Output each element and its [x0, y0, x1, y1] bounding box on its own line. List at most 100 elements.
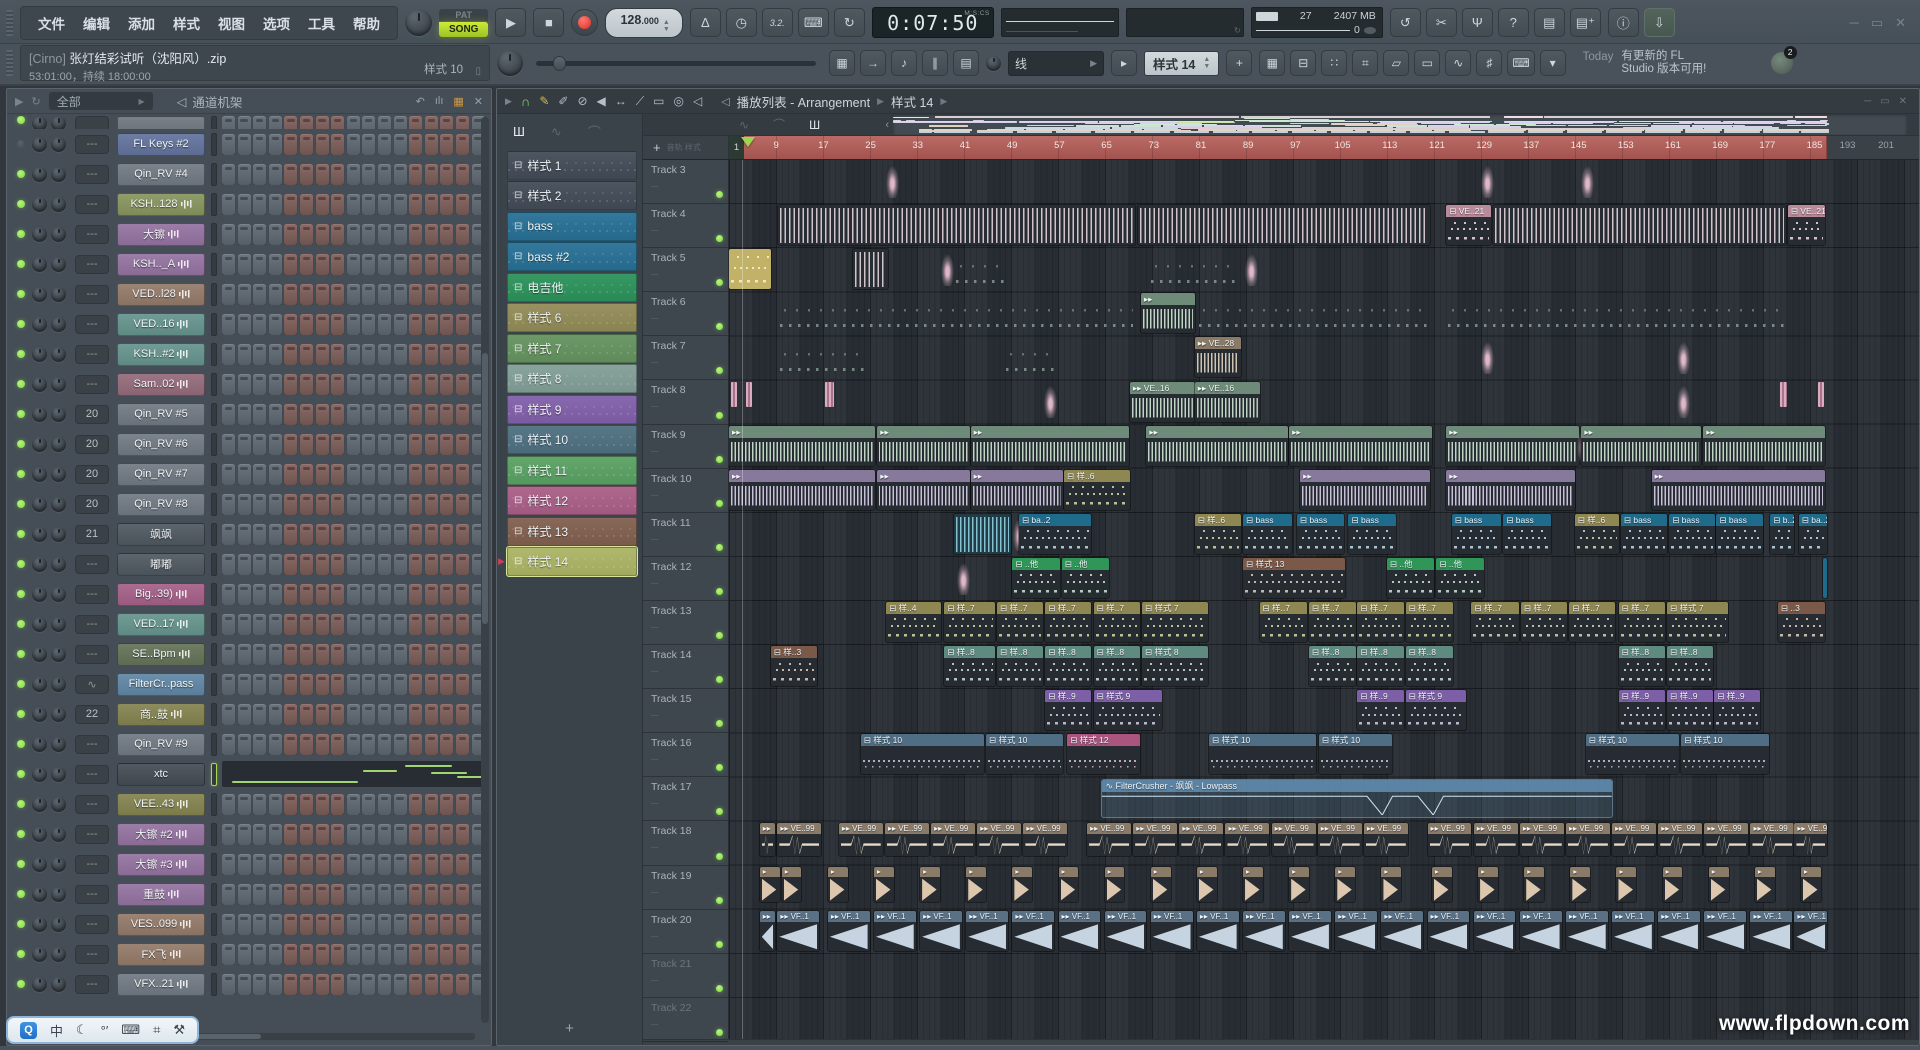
- playlist-clip[interactable]: ⊟ 样..8: [1619, 646, 1665, 686]
- channel-pan-knob[interactable]: [32, 827, 47, 842]
- playlist-clip[interactable]: ⊟ 样..8: [1667, 646, 1713, 686]
- step-cell[interactable]: [238, 314, 251, 335]
- step-cell[interactable]: [300, 704, 313, 725]
- step-cell[interactable]: [362, 374, 375, 395]
- remote-control-button[interactable]: ♯: [1476, 50, 1502, 76]
- track-lanes[interactable]: ⊟ VE..21⊟ VE..21▸▸ ▸▸ VE..28▸▸ VE..16▸▸ …: [729, 160, 1919, 1039]
- step-cell[interactable]: [425, 944, 438, 965]
- playlist-clip[interactable]: ▸▸ VE..99: [1272, 823, 1316, 856]
- step-cell[interactable]: [253, 704, 266, 725]
- track-lane[interactable]: [729, 998, 1827, 1039]
- step-cell[interactable]: [284, 344, 297, 365]
- microphone-button[interactable]: Ψ: [1462, 8, 1493, 37]
- channel-select-indicator[interactable]: [211, 853, 217, 876]
- step-cell[interactable]: [347, 464, 360, 485]
- pattern-prev-button[interactable]: ▸: [1111, 50, 1137, 76]
- channel-target-display[interactable]: ---: [75, 555, 109, 574]
- playlist-menu-icon[interactable]: ▶: [505, 96, 512, 107]
- step-cell[interactable]: [331, 524, 344, 545]
- step-cell[interactable]: [409, 914, 422, 935]
- channel-target-display[interactable]: ∿: [75, 675, 109, 694]
- playlist-clip[interactable]: ▸▸ VE..99: [1133, 823, 1177, 856]
- channel-mute-led[interactable]: [17, 500, 25, 508]
- channel-button[interactable]: VED..17: [117, 613, 205, 636]
- channel-volume-knob[interactable]: [51, 767, 66, 782]
- playlist-clip[interactable]: ∿ FilterCrusher - 飒飒 - Lowpass: [1102, 780, 1612, 817]
- channel-mute-led[interactable]: [17, 170, 25, 178]
- channel-target-display[interactable]: ---: [75, 285, 109, 304]
- playlist-clip[interactable]: ▸▸: [1581, 426, 1701, 466]
- step-cell[interactable]: [284, 194, 297, 215]
- channel-volume-knob[interactable]: [51, 527, 66, 542]
- step-cell[interactable]: [362, 134, 375, 155]
- playlist-clip[interactable]: ⊟ ..3: [1778, 602, 1825, 642]
- step-cell[interactable]: [440, 944, 453, 965]
- channel-target-display[interactable]: 20: [75, 405, 109, 424]
- channel-select-indicator[interactable]: [211, 403, 217, 426]
- playlist-clip[interactable]: ▸▸ VE..99: [1364, 823, 1408, 856]
- step-cell[interactable]: [394, 164, 407, 185]
- step-cell[interactable]: [331, 314, 344, 335]
- playlist-clip[interactable]: ▸▸ VE..99: [1566, 823, 1610, 856]
- step-cell[interactable]: [253, 524, 266, 545]
- track-lane[interactable]: ▸▸ VE..16▸▸ VE..16: [729, 381, 1827, 425]
- playlist-clip[interactable]: ⊟ 样式 10: [1319, 734, 1393, 774]
- step-cell[interactable]: [362, 164, 375, 185]
- playlist-clip[interactable]: ▸: [1755, 867, 1775, 902]
- wait-for-input-button[interactable]: ◷: [726, 8, 757, 37]
- step-cell[interactable]: [378, 224, 391, 245]
- playlist-clip[interactable]: ⊟ 样..7: [1045, 602, 1091, 642]
- channel-button[interactable]: 大镲 #2: [117, 823, 205, 846]
- playlist-clip[interactable]: ▸▸ VE..16: [1195, 382, 1260, 422]
- step-cell[interactable]: [394, 644, 407, 665]
- step-cell[interactable]: [238, 674, 251, 695]
- step-cell[interactable]: [409, 494, 422, 515]
- playlist-clip[interactable]: ▸▸ VE..99: [977, 823, 1021, 856]
- track-header[interactable]: Track 3...: [643, 160, 728, 204]
- channel-select-indicator[interactable]: [211, 943, 217, 966]
- playlist-clip[interactable]: ▸: [1289, 867, 1309, 902]
- save-new-version-button[interactable]: ▤⁺: [1570, 8, 1601, 37]
- step-cell[interactable]: [222, 134, 235, 155]
- channel-target-display[interactable]: ---: [75, 585, 109, 604]
- channel-mute-led[interactable]: [17, 410, 25, 418]
- stop-button[interactable]: ■: [533, 8, 564, 37]
- channel-button[interactable]: 飒飒: [117, 523, 205, 546]
- project-title-panel[interactable]: [Cirno] 张灯结彩试听（沈阳风）.zip 53:01:00，持续 18:0…: [20, 45, 490, 81]
- playlist-maximize-button[interactable]: ▭: [1880, 96, 1889, 107]
- playlist-clip[interactable]: ▸▸ VE..99: [1704, 823, 1748, 856]
- channel-select-indicator[interactable]: [211, 493, 217, 516]
- step-cell[interactable]: [316, 704, 329, 725]
- track-lane[interactable]: ⊟ ..他⊟ ..他⊟ 样式 13⊟ ..他⊟ ..他: [729, 557, 1827, 601]
- channel-volume-knob[interactable]: [51, 377, 66, 392]
- channel-button[interactable]: 商..鼓: [117, 703, 205, 726]
- step-cell[interactable]: [222, 224, 235, 245]
- playlist-clip[interactable]: ⊟ ba..2: [1799, 514, 1828, 554]
- step-cell[interactable]: [253, 164, 266, 185]
- track-mute-led[interactable]: [716, 897, 723, 904]
- channel-button[interactable]: KSH..128: [117, 193, 205, 216]
- channel-button[interactable]: Qin_RV #9: [117, 733, 205, 756]
- pattern-clone-button[interactable]: ⊟: [1290, 50, 1316, 76]
- channel-mute-led[interactable]: [17, 200, 25, 208]
- step-cell[interactable]: [284, 884, 297, 905]
- record-button[interactable]: [571, 9, 598, 36]
- playlist-clip[interactable]: ▸▸: [760, 911, 775, 951]
- playlist-clip[interactable]: ▸▸ VF..1: [1704, 911, 1746, 951]
- step-cell[interactable]: [347, 494, 360, 515]
- playlist-clip[interactable]: ▸: [1709, 867, 1729, 902]
- playlist-clip[interactable]: ▸▸ VF..1: [1243, 911, 1285, 951]
- playlist-clip[interactable]: ▸: [1151, 867, 1171, 902]
- playlist-clip[interactable]: ▸▸: [1446, 470, 1575, 510]
- step-cell[interactable]: [362, 854, 375, 875]
- track-mute-led[interactable]: [716, 544, 723, 551]
- step-cell[interactable]: [347, 554, 360, 575]
- step-cell[interactable]: [269, 314, 282, 335]
- step-cell[interactable]: [316, 494, 329, 515]
- plugin-picker-button[interactable]: ∿: [1445, 50, 1471, 76]
- channel-volume-knob[interactable]: [51, 437, 66, 452]
- channel-pan-knob[interactable]: [32, 647, 47, 662]
- channel-pan-knob[interactable]: [32, 947, 47, 962]
- step-cell[interactable]: [316, 824, 329, 845]
- midi-keyboard-button[interactable]: ⌨: [1507, 50, 1534, 76]
